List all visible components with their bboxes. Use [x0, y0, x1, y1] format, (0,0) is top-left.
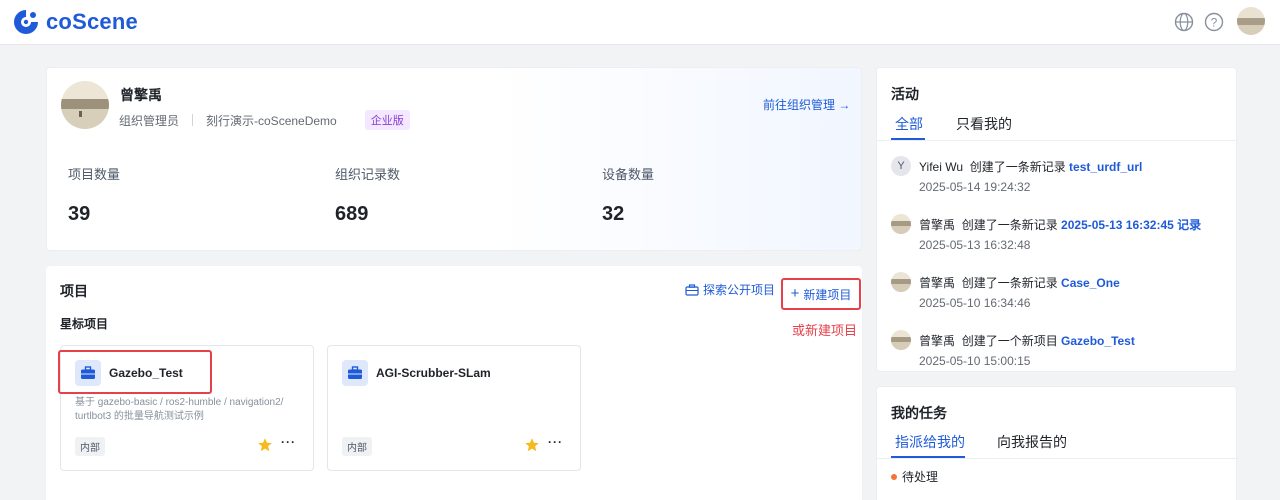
tab-reported-to-me[interactable]: 向我报告的: [997, 432, 1067, 452]
pending-label: 待处理: [902, 470, 939, 484]
divider: [877, 458, 1238, 459]
profile-org: 刻行演示-coSceneDemo: [206, 113, 337, 128]
stat-records-label: 组织记录数: [335, 167, 401, 182]
brand-logo[interactable]: coScene: [12, 8, 138, 36]
projects-title: 项目: [60, 283, 88, 299]
starred-projects-title: 星标项目: [60, 317, 109, 331]
avatar: [891, 272, 911, 292]
activity-target-link[interactable]: Gazebo_Test: [1061, 334, 1135, 348]
star-icon[interactable]: [524, 437, 540, 453]
divider: [877, 140, 1238, 141]
status-dot: [891, 473, 897, 480]
new-project-button[interactable]: + 新建项目: [781, 278, 861, 310]
tab-assigned-to-me[interactable]: 指派给我的: [895, 432, 965, 452]
stat-projects-value: 39: [68, 203, 91, 225]
tab-all[interactable]: 全部: [895, 114, 923, 134]
star-icon[interactable]: [257, 437, 273, 453]
annotation-note: 或新建项目: [792, 323, 858, 338]
visibility-tag: 内部: [342, 437, 372, 456]
activity-user: 曾擎禹: [919, 276, 956, 290]
goto-org-label: 前往组织管理: [763, 98, 836, 112]
activity-time: 2025-05-13 16:32:48: [919, 238, 1031, 252]
enterprise-badge: 企业版: [364, 110, 410, 130]
profile-name: 曾擎禹: [120, 87, 162, 103]
activity-user: Yifei Wu: [919, 160, 964, 174]
profile-meta: 组织管理员 刻行演示-coSceneDemo 企业版: [119, 110, 410, 130]
stat-records-value: 689: [335, 203, 369, 225]
activity-text: Yifei Wu 创建了一条新记录 test_urdf_url: [919, 158, 1142, 175]
activity-target-link[interactable]: test_urdf_url: [1069, 160, 1142, 174]
activity-action: 创建了一个新项目: [961, 334, 1058, 348]
tasks-title: 我的任务: [891, 405, 947, 421]
brand-name: coScene: [46, 9, 138, 34]
activity-target-link[interactable]: Case_One: [1061, 276, 1120, 290]
stat-devices-label: 设备数量: [602, 167, 655, 182]
stat-projects-label: 项目数量: [68, 167, 121, 182]
user-avatar[interactable]: [1237, 7, 1265, 35]
svg-text:?: ?: [1211, 15, 1218, 29]
projects-card: 项目 探索公开项目 + 新建项目 或新建项目 星标项目 Gazebo_Test …: [46, 266, 862, 500]
activity-user: 曾擎禹: [919, 334, 956, 348]
stat-devices-value: 32: [602, 203, 625, 225]
divider: [192, 114, 194, 126]
avatar: [891, 214, 911, 234]
profile-card: 曾擎禹 组织管理员 刻行演示-coSceneDemo 企业版 前往组织管理 → …: [46, 67, 862, 251]
globe-icon[interactable]: [1173, 11, 1195, 33]
activity-time: 2025-05-14 19:24:32: [919, 180, 1031, 194]
annotation-highlight-box: [58, 350, 212, 394]
help-icon[interactable]: ?: [1203, 11, 1225, 33]
project-description: 基于 gazebo-basic / ros2-humble / navigati…: [75, 397, 284, 422]
activity-text: 曾擎禹 创建了一个新项目 Gazebo_Test: [919, 332, 1135, 349]
project-name[interactable]: AGI-Scrubber-SLam: [376, 366, 491, 380]
new-project-label: 新建项目: [803, 287, 852, 302]
activity-action: 创建了一条新记录: [961, 276, 1058, 290]
activity-time: 2025-05-10 15:00:15: [919, 354, 1031, 368]
status-pending[interactable]: 待处理: [891, 468, 938, 485]
plus-icon: +: [790, 285, 800, 302]
activity-title: 活动: [891, 86, 919, 102]
tab-mine-only[interactable]: 只看我的: [956, 114, 1012, 134]
more-options-icon[interactable]: ···: [548, 435, 563, 449]
activity-user: 曾擎禹: [919, 218, 956, 232]
avatar: [891, 330, 911, 350]
explore-public-projects-button[interactable]: 探索公开项目: [685, 281, 775, 298]
activity-time: 2025-05-10 16:34:46: [919, 296, 1031, 310]
profile-avatar: [61, 81, 109, 129]
project-icon: [342, 360, 368, 386]
project-card-agi-scrubber-slam[interactable]: AGI-Scrubber-SLam 内部 ···: [327, 345, 581, 471]
activity-text: 曾擎禹 创建了一条新记录 Case_One: [919, 274, 1120, 291]
goto-org-management-link[interactable]: 前往组织管理 →: [763, 96, 850, 113]
briefcase-icon: [685, 283, 699, 296]
activity-action: 创建了一条新记录: [961, 218, 1058, 232]
top-bar: coScene ?: [0, 0, 1280, 45]
activity-card: 活动 全部 只看我的 Y Yifei Wu 创建了一条新记录 test_urdf…: [876, 67, 1238, 372]
activity-text: 曾擎禹 创建了一条新记录 2025-05-13 16:32:45 记录: [919, 216, 1201, 233]
profile-role: 组织管理员: [119, 113, 180, 128]
activity-action: 创建了一条新记录: [969, 160, 1066, 174]
my-tasks-card: 我的任务 指派给我的 向我报告的 待处理: [876, 386, 1238, 500]
explore-label: 探索公开项目: [703, 283, 776, 297]
avatar: Y: [891, 156, 911, 176]
visibility-tag: 内部: [75, 437, 105, 456]
activity-target-link[interactable]: 2025-05-13 16:32:45 记录: [1061, 218, 1201, 232]
cosene-logo-icon: [14, 10, 38, 34]
more-options-icon[interactable]: ···: [281, 435, 296, 449]
project-card-gazebo-test[interactable]: Gazebo_Test 基于 gazebo-basic / ros2-humbl…: [58, 345, 314, 471]
arrow-right-icon: →: [838, 98, 851, 112]
